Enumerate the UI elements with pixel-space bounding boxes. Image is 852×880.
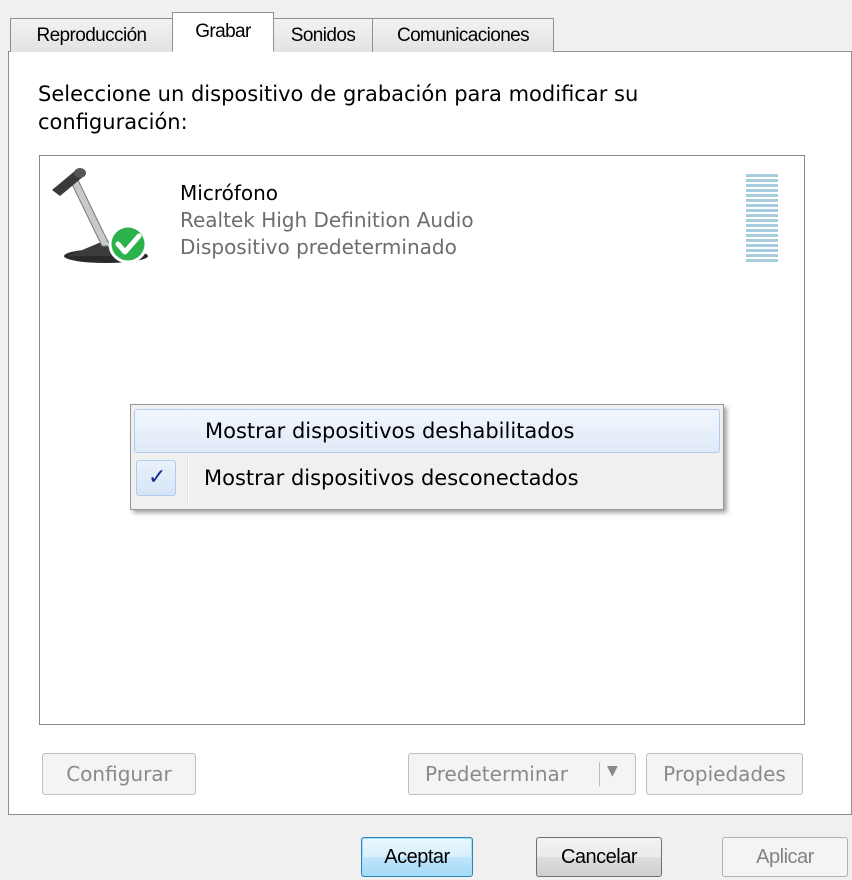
menu-item-label: Mostrar dispositivos desconectados xyxy=(204,466,579,490)
checkmark-icon: ✓ xyxy=(148,465,167,490)
menu-item-show-disconnected[interactable]: ✓ Mostrar dispositivos desconectados xyxy=(134,457,720,501)
apply-button[interactable]: Aplicar xyxy=(722,837,848,877)
set-default-split-button[interactable]: Predeterminar ▼ xyxy=(408,753,636,795)
context-menu: Mostrar dispositivos deshabilitados ✓ Mo… xyxy=(130,404,724,510)
set-default-label: Predeterminar xyxy=(425,762,569,786)
menu-check-frame: ✓ xyxy=(136,460,176,496)
tab-sonidos[interactable]: Sonidos xyxy=(273,18,373,52)
input-level-meter xyxy=(746,174,778,262)
chevron-down-icon[interactable]: ▼ xyxy=(607,763,618,779)
tab-grabar[interactable]: Grabar xyxy=(172,12,274,52)
device-driver: Realtek High Definition Audio xyxy=(180,208,474,232)
device-status: Dispositivo predeterminado xyxy=(180,235,457,259)
ok-button[interactable]: Aceptar xyxy=(361,837,473,877)
tab-strip: Reproducción Grabar Sonidos Comunicacion… xyxy=(10,12,554,52)
configure-button[interactable]: Configurar xyxy=(42,753,196,795)
menu-item-label: Mostrar dispositivos deshabilitados xyxy=(205,419,575,443)
tab-reproduccion[interactable]: Reproducción xyxy=(10,18,173,52)
device-name: Micrófono xyxy=(180,181,279,205)
properties-button[interactable]: Propiedades xyxy=(646,753,803,795)
default-device-check-icon xyxy=(108,224,148,264)
device-list-item-microphone[interactable]: Micrófono Realtek High Definition Audio … xyxy=(46,160,798,275)
menu-item-show-disabled[interactable]: Mostrar dispositivos deshabilitados xyxy=(134,409,720,453)
tab-comunicaciones[interactable]: Comunicaciones xyxy=(372,18,554,52)
microphone-icon xyxy=(52,168,148,264)
instructions-text: Seleccione un dispositivo de grabación p… xyxy=(38,82,639,134)
split-divider xyxy=(599,762,600,786)
cancel-button[interactable]: Cancelar xyxy=(536,837,662,877)
